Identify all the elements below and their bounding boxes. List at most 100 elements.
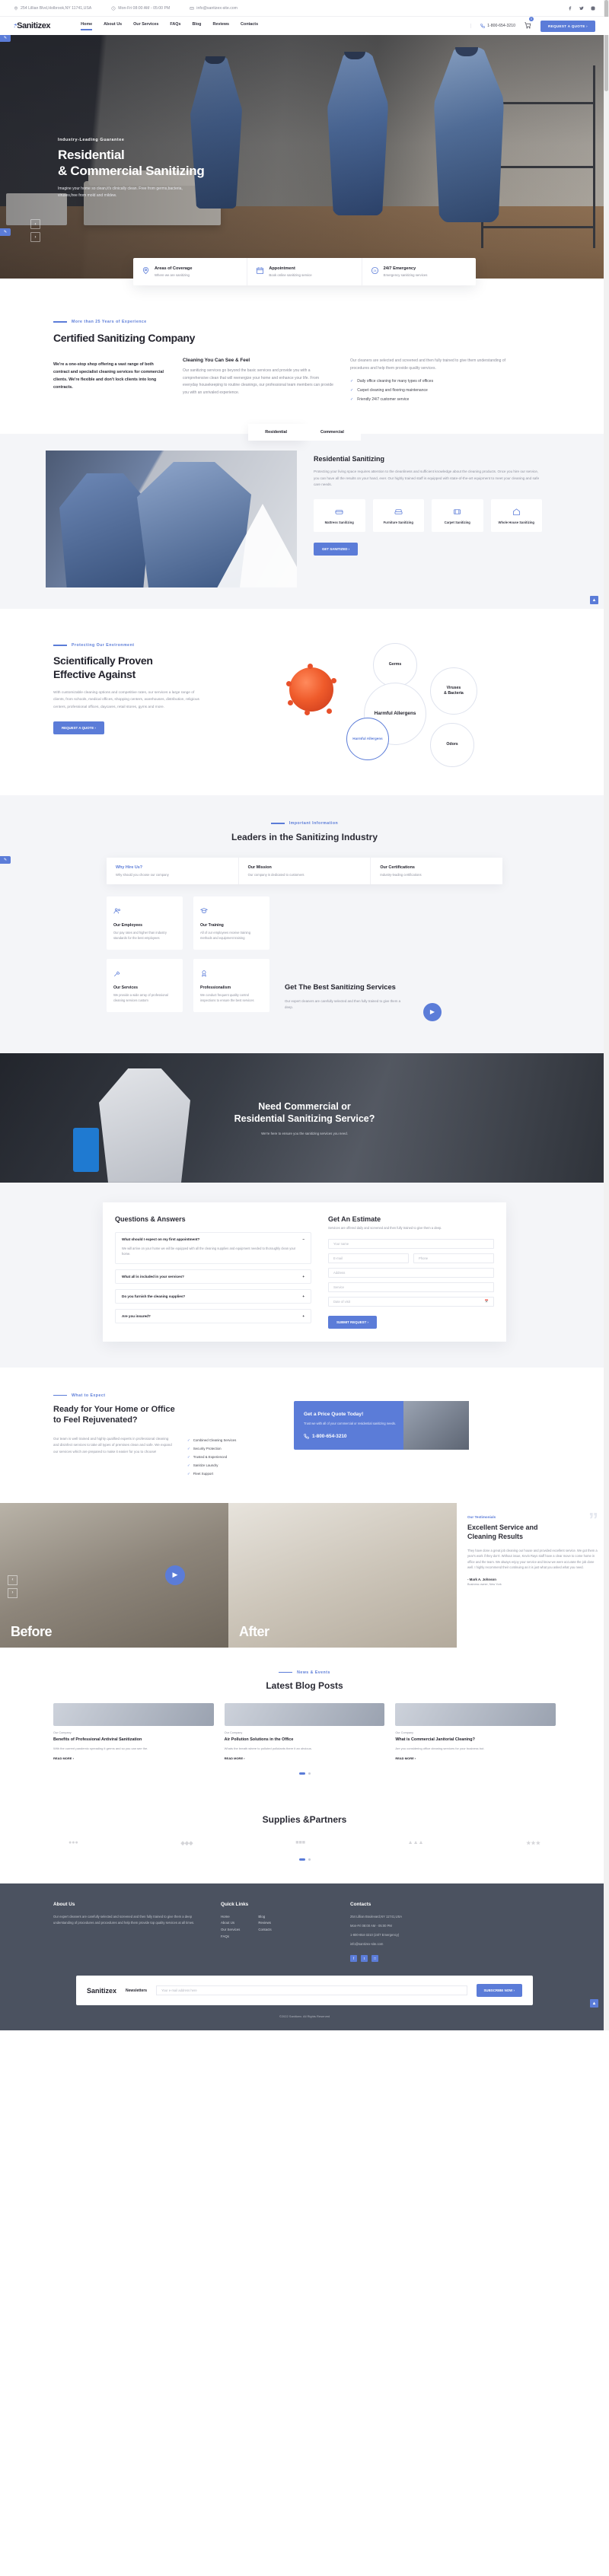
nav-item-faqs[interactable]: FAQs [170, 22, 180, 30]
service-select[interactable]: Service [328, 1282, 494, 1292]
feature-appointment[interactable]: Appointment Book online sanitizing servi… [247, 258, 362, 285]
services-content: Residential Sanitizing Protecting your l… [38, 451, 571, 587]
footer-email[interactable]: info@santizex-site.com [350, 1941, 556, 1947]
nav-item-about-us[interactable]: About Us [104, 22, 122, 30]
edit-badge-hero[interactable]: ✎ [0, 34, 11, 42]
request-quote-button[interactable]: REQUEST A QUOTE › [540, 20, 595, 32]
footer-phone[interactable]: 1-800-654-3210 (24/7 Emergency) [350, 1932, 556, 1938]
service-card-mattress[interactable]: Mattress Sanitizing [314, 499, 365, 533]
carousel-dot-active[interactable] [298, 1858, 305, 1861]
bubble-harmful-allergens-active[interactable]: Harmful Allergens [346, 718, 389, 760]
check-icon: ✓ [187, 1438, 190, 1442]
footer-link-blog[interactable]: Blog [258, 1914, 271, 1921]
service-card-carpet[interactable]: Carpet Sanitizing [432, 499, 483, 533]
services-section: Residential Commercial Residential Sanit… [0, 424, 609, 609]
name-field[interactable]: Your name [328, 1238, 494, 1249]
topbar-address: 254 Lillian Blvd,Holbrook,NY 11741,USA [14, 6, 91, 11]
footer-link-faqs[interactable]: FAQs [221, 1934, 240, 1941]
cart-button[interactable]: 0 [525, 17, 534, 33]
get-sanitized-button[interactable]: GET SANITIZED › [314, 543, 359, 556]
date-field[interactable]: Date of visit 📅 [328, 1296, 494, 1307]
nav-phone[interactable]: 1-800-654-3210 [470, 24, 515, 28]
faq-item-4[interactable]: Are you insured? + [115, 1308, 311, 1323]
scroll-to-top-button[interactable]: ▲ [590, 596, 598, 604]
footer-link-home[interactable]: Home [221, 1914, 240, 1921]
leader-card-professionalism[interactable]: Professionalism We conduct frequent qual… [193, 958, 269, 1012]
submit-request-button[interactable]: SUBMIT REQUEST › [328, 1315, 377, 1329]
scrollbar-thumb[interactable] [604, 0, 608, 91]
carousel-dot[interactable] [308, 1772, 311, 1775]
service-card-whole-house[interactable]: Whole House Sanitizing [490, 499, 542, 533]
site-logo[interactable]: :* Sanitizex [14, 21, 51, 30]
edit-badge-services[interactable]: ✎ [0, 228, 11, 236]
price-card-phone[interactable]: 1-800-654-3210 [304, 1434, 403, 1439]
video-play-button[interactable]: ▶ [423, 1002, 442, 1021]
hero-title-line1: Residential [58, 148, 125, 162]
about-kicker: More than 25 Years of Experience [53, 320, 556, 324]
address-field[interactable]: Address [328, 1267, 494, 1278]
faq-item-2[interactable]: What all is included in your services? + [115, 1269, 311, 1284]
tab-our-mission[interactable]: Our Mission Our company is dedicated to … [239, 858, 371, 884]
tab-commercial[interactable]: Commercial [303, 424, 361, 441]
footer-link-contacts[interactable]: Contacts [258, 1927, 271, 1934]
leader-card-training[interactable]: Our Training All of our employees receiv… [193, 896, 269, 950]
footer-link-our-services[interactable]: Our Services [221, 1927, 240, 1934]
leader-card-services[interactable]: Our Services We provide a wide array of … [107, 958, 183, 1012]
nav-item-home[interactable]: Home [81, 22, 92, 30]
blog-card-2[interactable]: Our Company Air Pollution Solutions in t… [224, 1702, 385, 1760]
tab-our-certifications[interactable]: Our Certifications Industry-leading cert… [371, 858, 502, 884]
carousel-dot-active[interactable] [298, 1772, 305, 1775]
blog-read-more-label: READ MORE [395, 1756, 414, 1760]
footer-link-reviews[interactable]: Reviews [258, 1920, 271, 1927]
faq-question-header[interactable]: Are you insured? + [116, 1310, 311, 1323]
twitter-icon[interactable]: t [361, 1955, 368, 1963]
blog-read-more[interactable]: READ MORE › [395, 1756, 556, 1760]
tab-why-hire-us[interactable]: Why Hire Us? Why should you choose our c… [107, 858, 239, 884]
instagram-icon[interactable] [591, 6, 595, 11]
faq-question-header[interactable]: What should I expect on my first appoint… [116, 1233, 311, 1246]
faq-item-3[interactable]: Do you furnish the cleaning supplies? + [115, 1288, 311, 1304]
email-field[interactable]: E-mail [328, 1253, 409, 1263]
bubble-germs[interactable]: Germs [373, 643, 417, 687]
before-after-slider-handle[interactable]: ▶ [165, 1565, 185, 1585]
nav-item-contacts[interactable]: Contacts [241, 22, 258, 30]
newsletter-subscribe-button[interactable]: SUBSCRIBE NOW › [476, 1984, 522, 1998]
ba-next-button[interactable]: › [8, 1587, 18, 1598]
feature-emergency[interactable]: 24 24/7 Emergency Emergency sanitizing s… [362, 258, 476, 285]
nav-item-blog[interactable]: Blog [192, 22, 201, 30]
leader-card-title: Our Training [200, 923, 224, 928]
blog-card-1[interactable]: Our Company Benefits of Professional Ant… [53, 1702, 214, 1760]
carousel-dot[interactable] [308, 1858, 311, 1861]
newsletter-email-input[interactable]: Your e-mail address here [156, 1985, 467, 1996]
blog-card-3[interactable]: Our Company What is Commercial Janitoria… [395, 1702, 556, 1760]
blog-read-more[interactable]: READ MORE › [53, 1756, 214, 1760]
facebook-icon[interactable]: f [350, 1955, 357, 1963]
ba-prev-button[interactable]: ‹ [8, 1575, 18, 1585]
footer-link-about-us[interactable]: About Us [221, 1920, 240, 1927]
blog-read-more[interactable]: READ MORE › [225, 1756, 385, 1760]
effective-title-line1: Scientifically Proven [53, 654, 153, 667]
phone-field[interactable]: Phone [413, 1253, 494, 1263]
twitter-icon[interactable] [579, 6, 584, 11]
leader-card-employees[interactable]: Our Employees Our pay rates and higher t… [107, 896, 183, 950]
faq-question-header[interactable]: Do you furnish the cleaning supplies? + [116, 1290, 311, 1303]
bubble-viruses-bacteria[interactable]: Viruses & Bacteria [430, 667, 477, 715]
edit-badge-before-after[interactable]: ✎ [0, 856, 11, 864]
topbar-email[interactable]: info@santizex-site.com [190, 6, 238, 11]
nav-item-our-services[interactable]: Our Services [133, 22, 158, 30]
service-card-furniture[interactable]: Furniture Sanitizing [372, 499, 424, 533]
nav-item-reviews[interactable]: Reviews [212, 22, 229, 30]
page-scrollbar[interactable] [604, 0, 609, 2031]
hero-next-button[interactable]: › [30, 232, 40, 242]
list-item: ✓ Fleet Support [187, 1472, 236, 1476]
effective-quote-button[interactable]: REQUEST A QUOTE › [53, 721, 104, 735]
feature-areas-of-coverage[interactable]: Areas of Coverage Where we are sanitizin… [133, 258, 248, 285]
faq-item-1[interactable]: What should I expect on my first appoint… [115, 1231, 311, 1264]
faq-question-header[interactable]: What all is included in your services? + [116, 1270, 311, 1283]
tab-residential[interactable]: Residential [248, 424, 304, 441]
instagram-icon[interactable]: □ [371, 1955, 378, 1963]
footer-scroll-to-top-button[interactable]: ▲ [590, 1999, 598, 2008]
hero-prev-button[interactable]: ‹ [30, 219, 40, 229]
facebook-icon[interactable] [568, 5, 572, 11]
bubble-odors[interactable]: Odors [430, 723, 474, 767]
